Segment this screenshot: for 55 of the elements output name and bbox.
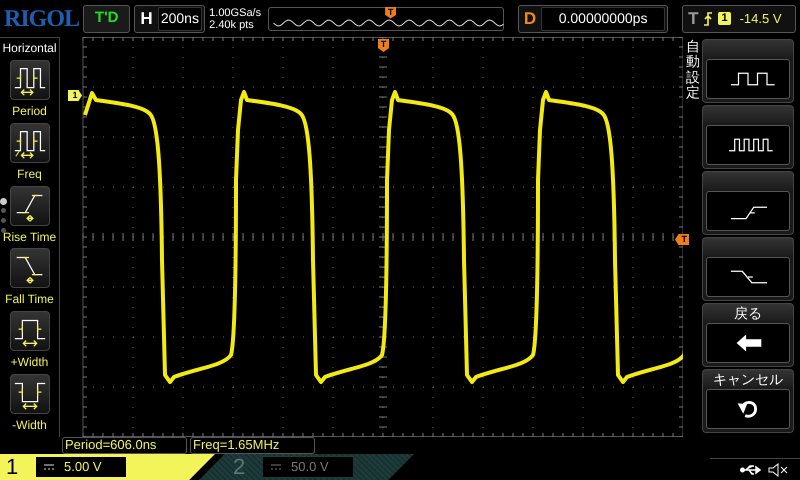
softkey-button[interactable]: キャンセル [702, 369, 794, 433]
trigger-panel[interactable]: T 1 -14.5 V [682, 4, 796, 32]
softkey-button[interactable]: Freq [0, 122, 60, 186]
channel-marker[interactable]: 1 [68, 90, 82, 101]
usb-icon [740, 464, 762, 476]
trigger-position-marker: T [385, 6, 396, 18]
trigger-level-marker[interactable]: T [675, 234, 689, 245]
delay-panel[interactable]: D 0.00000000ps [518, 4, 668, 32]
menu-title: Horizontal [2, 40, 57, 57]
rising-edge-icon [703, 12, 714, 26]
softkey-button[interactable]: 戻る [702, 303, 794, 367]
logo: RIGOL [4, 6, 80, 30]
menu-title: 自動設定 [686, 39, 700, 102]
rising-edge-icon [706, 191, 790, 231]
page-dot[interactable] [1, 228, 6, 233]
run-state-button[interactable]: T'D [83, 4, 130, 32]
channel-tab[interactable]: 1 5.00 V [0, 454, 215, 480]
trigger-level: -14.5 V [740, 10, 782, 28]
pulse-train-icon [706, 125, 790, 165]
timebase-label: H [139, 8, 154, 30]
undo-icon [706, 389, 790, 429]
trigger-source-badge: 1 [718, 12, 731, 25]
page-dot[interactable] [1, 208, 6, 213]
trigger-label: T [687, 8, 698, 30]
softkey-button[interactable]: -Width [0, 374, 60, 437]
measurement-readout: Freq=1.65MHz [190, 437, 315, 454]
measurement-readout: Period=606.0ns [62, 437, 187, 454]
channel-scale: 5.00 V [64, 458, 102, 476]
channel-scale: 50.0 V [291, 458, 329, 476]
dc-coupling-icon [44, 464, 54, 470]
sample-rate: 1.00GSa/s [209, 6, 262, 18]
negative-pulse-icon [10, 374, 50, 414]
softkey-button[interactable]: Fall Time [0, 248, 60, 312]
delay-label: D [522, 8, 538, 30]
square-wave-icon [706, 59, 790, 99]
rising-edge-icon [10, 186, 50, 226]
softkey-button[interactable]: Period [0, 60, 60, 123]
positive-pulse-icon [10, 311, 50, 352]
falling-edge-icon [706, 257, 790, 297]
page-dot[interactable] [0, 198, 7, 205]
trigger-time-marker[interactable]: T [378, 39, 389, 52]
page-dot[interactable] [1, 218, 6, 223]
timebase-value: 200ns [158, 6, 202, 30]
square-wave-icon [10, 122, 50, 163]
mute-icon [768, 462, 788, 476]
softkey-button[interactable]: Rise Time [0, 186, 60, 248]
softkey-button[interactable]: +Width [0, 311, 60, 374]
dc-coupling-icon [271, 464, 281, 470]
memory-depth: 2.40k pts [209, 18, 255, 30]
square-wave-icon [10, 60, 50, 100]
falling-edge-icon [10, 248, 50, 288]
delay-value: 0.00000000ps [541, 6, 666, 30]
channel-tab[interactable]: 2 50.0 V [199, 454, 414, 480]
softkey-button[interactable] [702, 105, 794, 169]
timebase-panel[interactable]: H 200ns [134, 4, 206, 32]
